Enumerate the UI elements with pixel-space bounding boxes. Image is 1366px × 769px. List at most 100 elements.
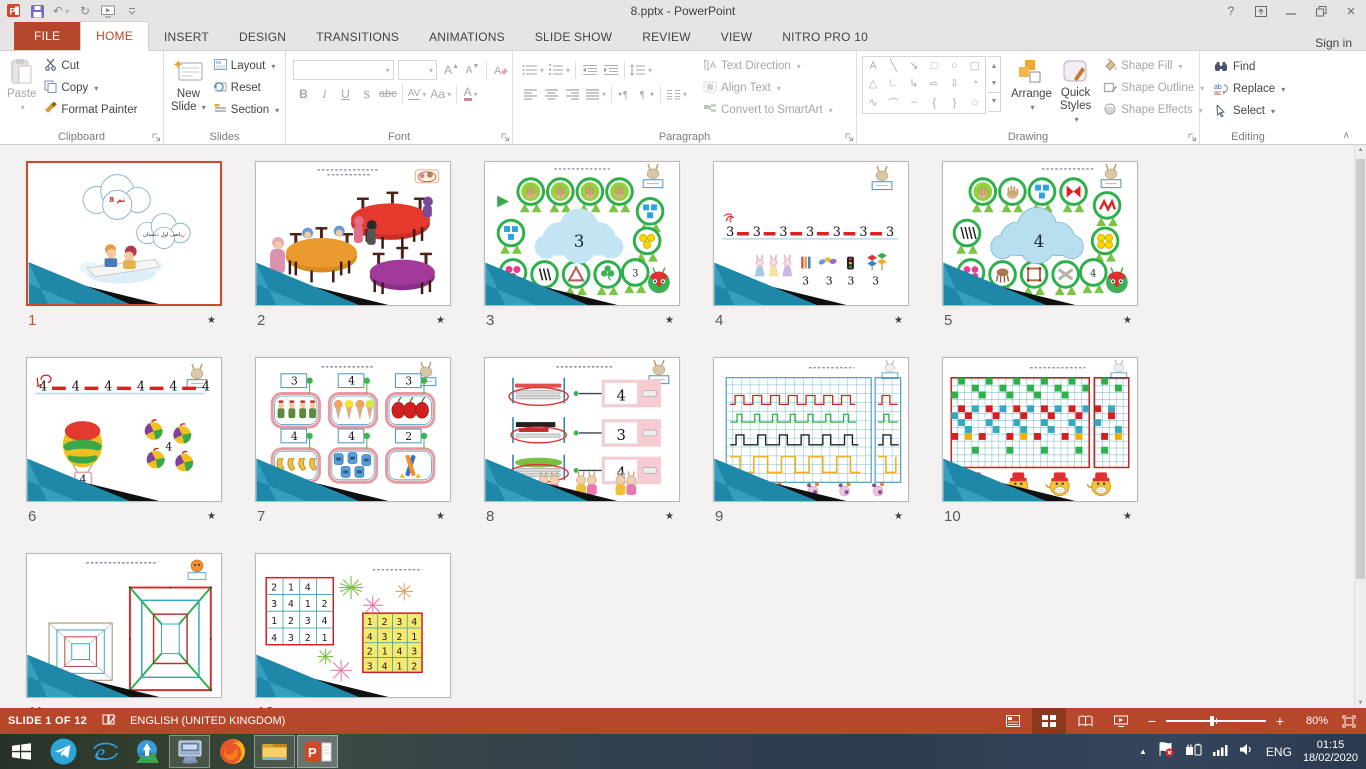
- right-to-left-button[interactable]: ¶: [636, 85, 657, 104]
- slide-thumbnail-12[interactable]: 214 3412 1234 4321 1234 4321 2143 3412: [255, 553, 451, 698]
- shape-left-brace[interactable]: {: [924, 92, 944, 113]
- paste-button[interactable]: Paste ▾: [3, 54, 40, 128]
- collapse-ribbon-button[interactable]: ∧: [1343, 130, 1350, 141]
- font-name-combo[interactable]: ▾: [293, 60, 394, 80]
- cut-button[interactable]: Cut: [40, 55, 141, 77]
- slide-thumbnail-7[interactable]: 3 4 3: [255, 357, 451, 502]
- find-button[interactable]: Find: [1209, 56, 1295, 78]
- undo-button[interactable]: ↶▾: [53, 3, 69, 19]
- customize-qat-button[interactable]: [125, 3, 139, 19]
- shape-scribble[interactable]: ∿: [863, 92, 883, 113]
- show-hidden-icons-button[interactable]: ▲: [1139, 747, 1147, 756]
- scroll-down-arrow[interactable]: ▼: [1358, 700, 1364, 706]
- new-slide-button[interactable]: New Slide ▾: [167, 54, 210, 128]
- justify-button[interactable]: ▾: [583, 85, 608, 104]
- slide-thumbnail-9[interactable]: [713, 357, 909, 502]
- shape-curve[interactable]: ~: [904, 92, 924, 113]
- drawing-dialog-launcher[interactable]: [1187, 132, 1197, 142]
- taskbar-clock[interactable]: 01:15 18/02/2020: [1303, 739, 1358, 765]
- format-painter-button[interactable]: Format Painter: [40, 99, 141, 121]
- font-size-combo[interactable]: ▾: [398, 60, 437, 80]
- clear-formatting-button[interactable]: A: [490, 61, 511, 80]
- zoom-slider-handle[interactable]: [1210, 716, 1214, 726]
- font-dialog-launcher[interactable]: [500, 132, 510, 142]
- start-button[interactable]: [0, 734, 42, 769]
- slide-thumbnail-5[interactable]: 4 4: [942, 161, 1138, 306]
- slide-thumbnail-4[interactable]: 3 3 3 3 3 3 3: [713, 161, 909, 306]
- internet-explorer-icon[interactable]: e: [84, 734, 126, 769]
- increase-indent-button[interactable]: [600, 61, 621, 80]
- shape-rounded-rectangle[interactable]: ▢: [965, 57, 985, 75]
- slide-thumbnail-6[interactable]: 4 4 4 4 4 4 4: [26, 357, 222, 502]
- slide-thumbnail-8[interactable]: 4 3: [484, 357, 680, 502]
- character-spacing-button[interactable]: AV▾: [406, 85, 429, 104]
- shape-pie[interactable]: ◔: [965, 75, 985, 93]
- italic-button[interactable]: I: [314, 85, 335, 104]
- change-case-button[interactable]: Aa▾: [428, 85, 453, 104]
- idm-icon[interactable]: [126, 734, 168, 769]
- tab-transitions[interactable]: TRANSITIONS: [301, 23, 414, 50]
- arrange-button[interactable]: Arrange ▾: [1007, 54, 1056, 128]
- firefox-icon[interactable]: [211, 734, 253, 769]
- powerpoint-taskbar-icon[interactable]: P: [297, 735, 338, 768]
- font-color-button[interactable]: A▾: [460, 85, 481, 104]
- align-center-button[interactable]: [541, 85, 562, 104]
- quick-styles-button[interactable]: Quick Styles ▾: [1056, 54, 1095, 128]
- strikethrough-button[interactable]: abc: [377, 85, 399, 104]
- undo-dropdown-icon[interactable]: ▾: [65, 7, 69, 16]
- remote-keyboard-app-icon[interactable]: [169, 735, 210, 768]
- sign-in-link[interactable]: Sign in: [1301, 36, 1366, 50]
- line-spacing-button[interactable]: ▾: [628, 61, 654, 80]
- language-switcher[interactable]: ENG: [1266, 745, 1292, 759]
- text-direction-button[interactable]: A Text Direction▾: [699, 55, 837, 77]
- align-right-button[interactable]: [562, 85, 583, 104]
- convert-to-smartart-button[interactable]: Convert to SmartArt▾: [699, 99, 837, 121]
- shape-elbow-connector[interactable]: ∟: [883, 75, 903, 93]
- action-center-icon[interactable]: [1158, 742, 1174, 762]
- redo-button[interactable]: ↻: [78, 3, 92, 19]
- copy-button[interactable]: Copy ▾: [40, 77, 141, 99]
- numbering-button[interactable]: ▾: [546, 61, 572, 80]
- shape-arc[interactable]: ⌒: [883, 92, 903, 113]
- bold-button[interactable]: B: [293, 85, 314, 104]
- language-indicator[interactable]: ENGLISH (UNITED KINGDOM): [130, 715, 285, 727]
- left-to-right-button[interactable]: ¶: [615, 85, 636, 104]
- help-button[interactable]: ?: [1216, 0, 1246, 22]
- bullets-button[interactable]: ▾: [520, 61, 546, 80]
- scrollbar-thumb[interactable]: [1356, 159, 1365, 579]
- decrease-indent-button[interactable]: [579, 61, 600, 80]
- align-text-button[interactable]: Align Text▾: [699, 77, 837, 99]
- shape-down-arrow[interactable]: ⇩: [944, 75, 964, 93]
- shape-triangle[interactable]: △: [863, 75, 883, 93]
- tab-animations[interactable]: ANIMATIONS: [414, 23, 520, 50]
- fit-to-window-button[interactable]: [1336, 708, 1362, 734]
- tab-home[interactable]: HOME: [80, 21, 149, 51]
- zoom-level[interactable]: 80%: [1294, 715, 1328, 727]
- shape-line-arrow[interactable]: ↘: [904, 57, 924, 75]
- spell-check-icon[interactable]: [101, 713, 116, 729]
- shape-oval[interactable]: ○: [944, 57, 964, 75]
- slide-thumbnail-3[interactable]: 3 3: [484, 161, 680, 306]
- tab-view[interactable]: VIEW: [706, 23, 767, 50]
- slide-thumbnail-2[interactable]: [255, 161, 451, 306]
- tab-design[interactable]: DESIGN: [224, 23, 301, 50]
- zoom-slider[interactable]: [1166, 720, 1266, 722]
- zoom-out-button[interactable]: −: [1146, 713, 1158, 729]
- restore-button[interactable]: [1306, 0, 1336, 22]
- zoom-in-button[interactable]: +: [1274, 713, 1286, 729]
- shape-effects-button[interactable]: Shape Effects▾: [1099, 99, 1208, 121]
- ribbon-display-options-button[interactable]: [1246, 0, 1276, 22]
- text-shadow-button[interactable]: S: [356, 85, 377, 104]
- shape-right-brace[interactable]: }: [944, 92, 964, 113]
- scroll-up-arrow[interactable]: ▲: [1358, 147, 1364, 153]
- replace-button[interactable]: abac Replace▾: [1209, 78, 1295, 100]
- shape-elbow-arrow[interactable]: ↳: [904, 75, 924, 93]
- shape-right-arrow[interactable]: ⇨: [924, 75, 944, 93]
- battery-icon[interactable]: [1185, 743, 1202, 761]
- shapes-scroll-down[interactable]: ▼: [991, 75, 998, 92]
- shape-rectangle[interactable]: □: [924, 57, 944, 75]
- save-button[interactable]: [30, 3, 44, 19]
- minimize-button[interactable]: [1276, 0, 1306, 22]
- network-signal-icon[interactable]: [1213, 743, 1229, 761]
- tab-slide-show[interactable]: SLIDE SHOW: [520, 23, 627, 50]
